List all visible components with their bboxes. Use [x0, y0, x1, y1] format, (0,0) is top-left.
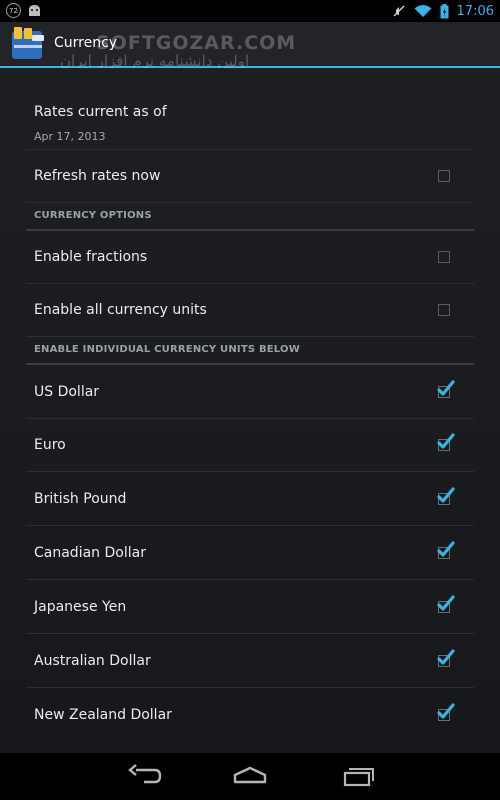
app-logo-icon[interactable]	[10, 25, 50, 63]
enable-all-units-checkbox[interactable]	[438, 303, 450, 316]
currency-label: US Dollar	[34, 383, 100, 400]
currency-checkbox[interactable]	[437, 432, 455, 451]
currency-row-euro[interactable]: Euro	[26, 418, 474, 472]
status-bar-right: 17:06	[392, 0, 494, 22]
currency-checkbox[interactable]	[437, 594, 455, 613]
action-bar: SOFTGOZAR.COM اولین دانشنامه نرم افزار ا…	[0, 22, 500, 70]
rates-current-item[interactable]: Rates current as of Apr 17, 2013	[26, 94, 474, 150]
section-header-currency-options: CURRENCY OPTIONS	[26, 203, 474, 231]
currency-row-new-zealand-dollar[interactable]: New Zealand Dollar	[26, 688, 474, 741]
checkmark-icon	[437, 379, 455, 396]
enable-fractions-row[interactable]: Enable fractions	[26, 230, 474, 284]
currency-label: Japanese Yen	[34, 598, 127, 615]
currency-label: Canadian Dollar	[34, 544, 146, 561]
currency-label: Australian Dollar	[34, 652, 151, 669]
currency-label: New Zealand Dollar	[34, 706, 172, 723]
checkmark-icon	[437, 540, 455, 557]
enable-all-units-label: Enable all currency units	[34, 301, 207, 318]
notification-badge-icon: 72	[6, 3, 21, 18]
home-icon[interactable]	[228, 763, 272, 789]
checkmark-icon	[437, 702, 455, 719]
navigation-bar	[0, 753, 500, 800]
currency-label: British Pound	[34, 490, 127, 507]
checkmark-icon	[437, 486, 455, 503]
currency-row-british-pound[interactable]: British Pound	[26, 472, 474, 526]
checkmark-icon	[437, 594, 455, 611]
back-icon[interactable]	[122, 763, 166, 789]
recent-apps-icon[interactable]	[336, 763, 380, 789]
status-bar-left: 72	[6, 3, 42, 18]
android-icon	[29, 5, 40, 16]
currency-row-us-dollar[interactable]: US Dollar	[26, 365, 474, 419]
settings-list: Rates current as of Apr 17, 2013 Refresh…	[0, 68, 500, 753]
rates-date: Apr 17, 2013	[34, 130, 106, 143]
currency-checkbox[interactable]	[437, 486, 455, 505]
section-label: CURRENCY OPTIONS	[34, 210, 152, 221]
rates-title: Rates current as of	[34, 104, 167, 120]
watermark: SOFTGOZAR.COM	[96, 32, 297, 54]
refresh-rates-row[interactable]: Refresh rates now	[26, 149, 474, 203]
currency-checkbox[interactable]	[437, 379, 455, 398]
wifi-icon	[414, 5, 432, 17]
clock: 17:06	[456, 3, 494, 19]
page-title: Currency	[54, 35, 118, 51]
checkmark-icon	[437, 648, 455, 665]
enable-all-units-row[interactable]: Enable all currency units	[26, 283, 474, 337]
currency-label: Euro	[34, 436, 66, 453]
battery-icon	[440, 3, 449, 18]
muted-icon	[393, 5, 405, 17]
currency-checkbox[interactable]	[437, 648, 455, 667]
currency-row-japanese-yen[interactable]: Japanese Yen	[26, 580, 474, 634]
currency-checkbox[interactable]	[437, 540, 455, 559]
enable-fractions-label: Enable fractions	[34, 248, 148, 265]
section-header-individual-units: ENABLE INDIVIDUAL CURRENCY UNITS BELOW	[26, 337, 474, 365]
section-label: ENABLE INDIVIDUAL CURRENCY UNITS BELOW	[34, 344, 300, 355]
enable-fractions-checkbox[interactable]	[438, 250, 450, 263]
currency-row-canadian-dollar[interactable]: Canadian Dollar	[26, 526, 474, 580]
currency-checkbox[interactable]	[437, 702, 455, 721]
refresh-rates-label: Refresh rates now	[34, 167, 161, 184]
status-bar: 72 17:06	[0, 0, 500, 22]
refresh-rates-checkbox[interactable]	[438, 169, 450, 182]
currency-row-australian-dollar[interactable]: Australian Dollar	[26, 634, 474, 688]
checkmark-icon	[437, 432, 455, 449]
